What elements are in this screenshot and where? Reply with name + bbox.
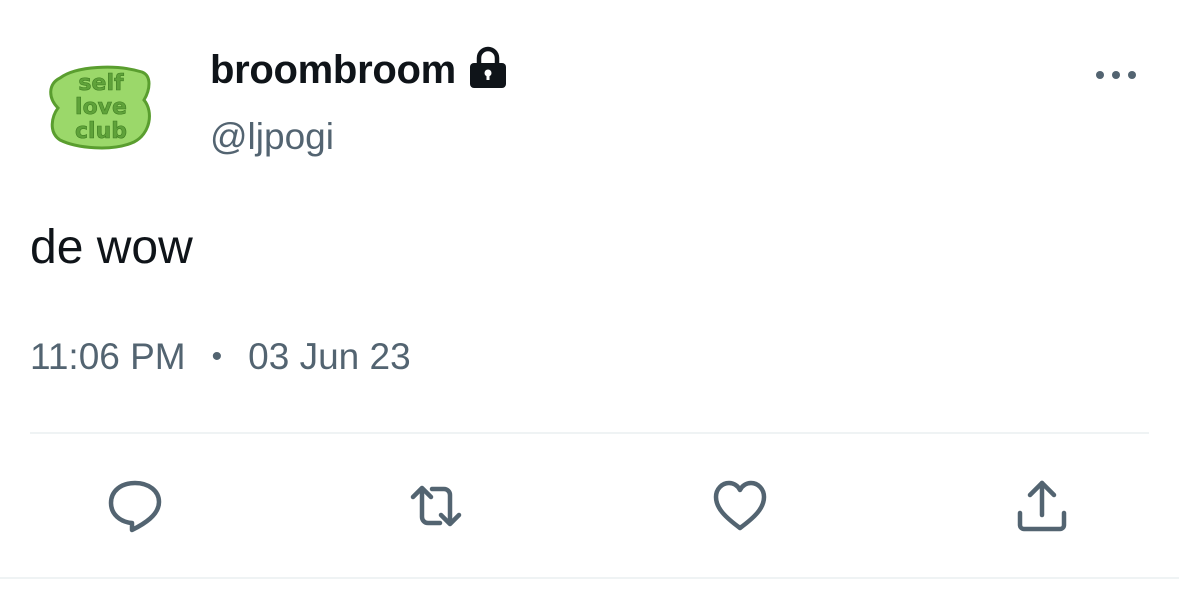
share-button[interactable] (1010, 476, 1074, 536)
reply-button[interactable] (103, 476, 167, 536)
divider (30, 432, 1149, 434)
tweet-date: 03 Jun 23 (248, 336, 411, 377)
self-love-club-logo: self love club (49, 65, 151, 150)
meta-separator: • (211, 340, 223, 373)
tweet-card: self love club broombroom @ljpogi de wow… (0, 0, 1179, 597)
bottom-divider (0, 577, 1179, 579)
reply-icon (108, 480, 162, 533)
avatar-line-2: love (75, 95, 127, 120)
like-button[interactable] (708, 476, 772, 536)
author-name-row: broombroom (210, 42, 508, 98)
lock-icon (468, 46, 508, 90)
avatar-line-3: club (75, 119, 127, 144)
user-handle[interactable]: @ljpogi (210, 116, 334, 158)
retweet-button[interactable] (404, 476, 468, 536)
avatar[interactable]: self love club (46, 60, 156, 152)
like-icon (713, 480, 767, 531)
tweet-text: de wow (30, 221, 193, 274)
avatar-line-1: self (78, 71, 124, 96)
tweet-time: 11:06 PM (30, 336, 186, 377)
display-name[interactable]: broombroom (210, 48, 456, 93)
retweet-icon (410, 485, 462, 527)
tweet-timestamp[interactable]: 11:06 PM • 03 Jun 23 (30, 336, 411, 378)
share-icon (1017, 480, 1067, 532)
more-options-icon[interactable] (1092, 60, 1140, 90)
